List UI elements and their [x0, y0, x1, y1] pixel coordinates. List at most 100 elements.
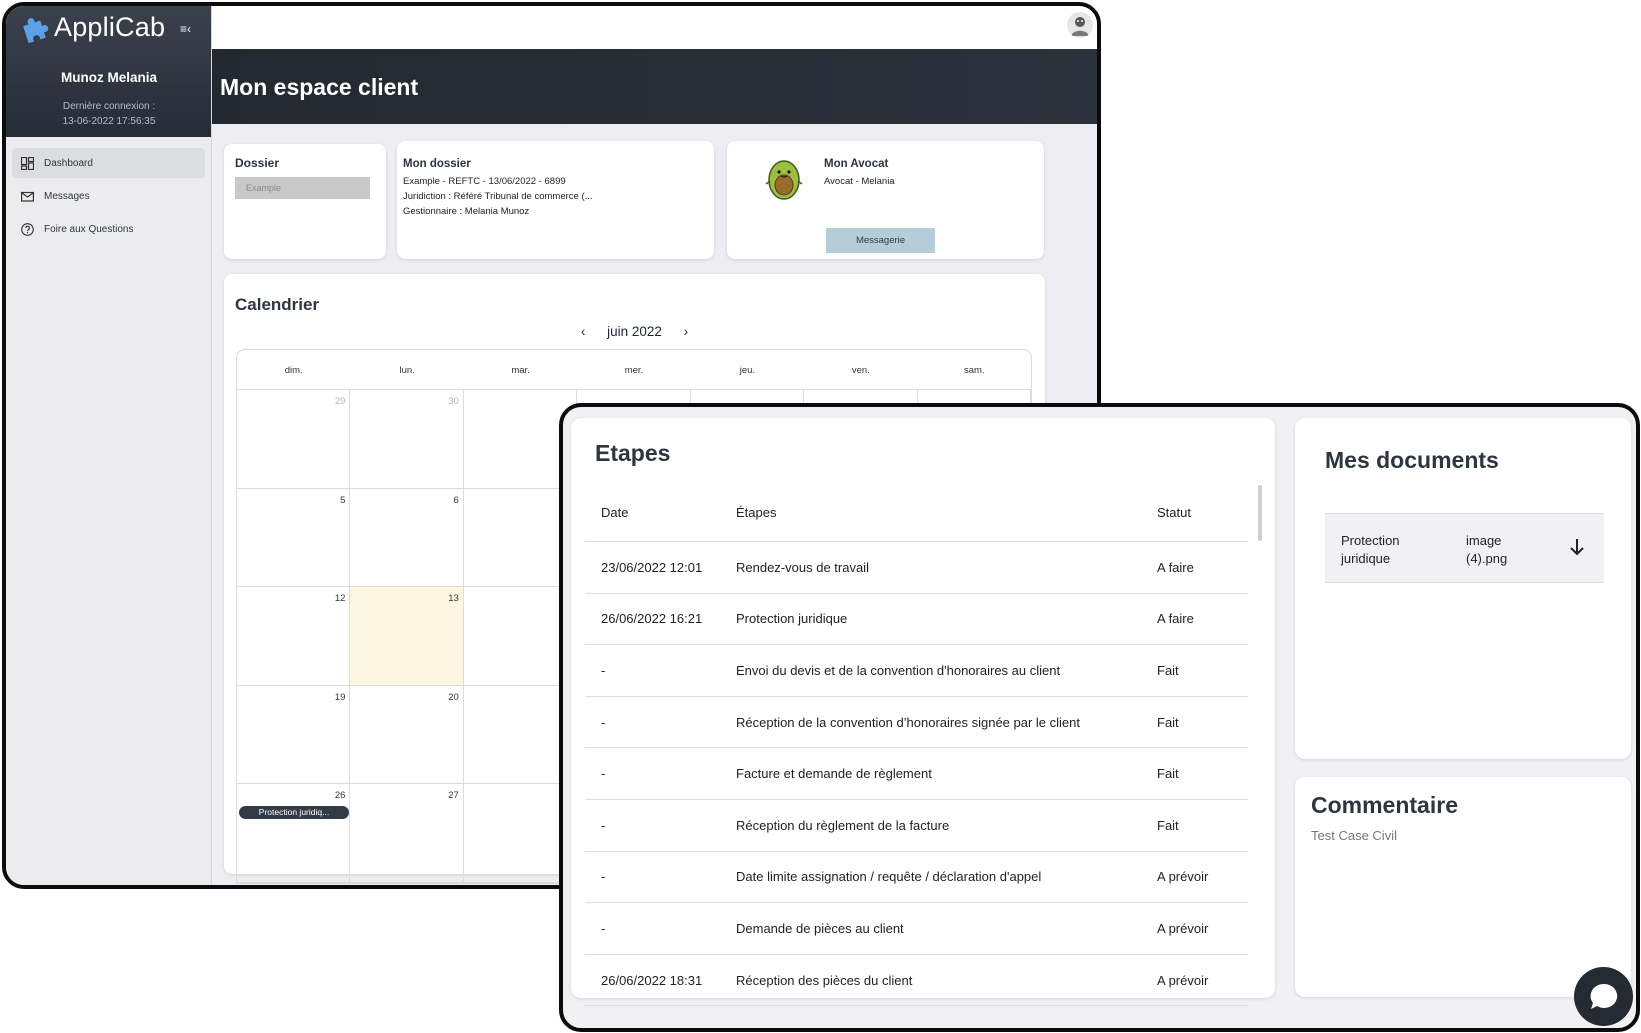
column-header-statut[interactable]: Statut [1157, 505, 1248, 520]
cell-etape: Demande de pièces au client [736, 920, 904, 936]
mes-documents-card: Mes documents Protection juridique image… [1295, 418, 1631, 759]
calendar-day[interactable]: 19 [237, 685, 351, 783]
table-row[interactable]: - Date limite assignation / requête / déc… [585, 852, 1248, 904]
mon-avocat-card: Mon Avocat Avocat - Melania Messagerie [727, 141, 1044, 259]
calendar-day-number: 12 [334, 593, 346, 604]
dossier-reference: Example - REFTC - 13/06/2022 - 6899 [403, 176, 566, 187]
calendar-day-number: 26 [334, 790, 346, 801]
calendar-day[interactable]: 5 [237, 488, 351, 586]
sidebar-item-messages[interactable]: Messages [12, 181, 205, 211]
cell-date: - [601, 714, 606, 730]
calendar-day-number: 20 [448, 691, 459, 703]
cell-statut: Fait [1157, 714, 1179, 730]
dossier-card: Dossier Example [224, 144, 386, 259]
cell-date: - [601, 869, 606, 885]
commentaire-text: Test Case Civil [1311, 828, 1397, 843]
scrollbar-thumb[interactable] [1258, 485, 1262, 541]
table-row[interactable]: - Demande de pièces au client A prévoir [585, 903, 1248, 955]
user-name: Munoz Melania [60, 70, 157, 85]
cell-etape: Rendez-vous de travail [736, 559, 869, 575]
calendar-weekday-header: dim. lun. mar. mer. jeu. ven. sam. [237, 350, 1031, 390]
cell-date: - [601, 766, 606, 782]
cell-date: 26/06/2022 18:31 [601, 972, 703, 988]
calendar-day[interactable]: 6 [350, 488, 464, 586]
table-row[interactable]: 26/06/2022 16:21 Protection juridique A fa… [585, 594, 1248, 646]
page-title: Mon espace client [220, 74, 419, 100]
calendar-day-number: 13 [448, 593, 459, 604]
documents-title: Mes documents [1325, 447, 1499, 473]
calendar-day[interactable]: 13 [350, 587, 464, 685]
mon-dossier-title: Mon dossier [403, 158, 471, 170]
etapes-rows: 23/06/2022 12:01 Rendez-vous de travail A … [585, 542, 1248, 1007]
cell-date: - [601, 920, 606, 936]
calendar-month-label: juin 2022 [607, 324, 662, 339]
table-row[interactable]: - Facture et demande de règlement Fait [585, 748, 1248, 800]
dashboard-icon [21, 156, 34, 170]
sidebar-item-faq[interactable]: Foire aux Questions [12, 214, 205, 244]
table-row[interactable]: 23/06/2022 12:01 Rendez-vous de travail A … [585, 542, 1248, 594]
top-bar [212, 6, 1097, 49]
calendar-weekday: lun. [399, 365, 415, 376]
calendar-weekday: jeu. [739, 365, 756, 376]
last-login-label: Dernière connexion : [62, 101, 156, 112]
table-row[interactable]: - Envoi du devis et de la convention d'ho… [585, 645, 1248, 697]
cell-etape: Réception des pièces du client [736, 972, 913, 988]
dossier-title: Dossier [235, 156, 280, 170]
calendar-day[interactable]: 30 [350, 390, 464, 488]
commentaire-card: Commentaire Test Case Civil [1295, 777, 1631, 997]
calendar-day[interactable]: 12 [237, 587, 351, 685]
last-login: Dernière connexion : 13-06-2022 17:56:35 [6, 99, 212, 129]
calendar-title: Calendrier [235, 295, 320, 314]
dossier-juridiction: Juridiction : Référé Tribunal de commerc… [403, 191, 593, 202]
calendar-day-number: 27 [448, 790, 459, 801]
calendar-day-number: 19 [334, 691, 346, 703]
chevron-left-icon[interactable]: ‹ [581, 324, 586, 339]
mon-dossier-card: Mon dossier Example - REFTC - 13/06/2022… [397, 141, 714, 259]
calendar-weekday: dim. [284, 365, 303, 376]
download-arrow-icon[interactable] [1568, 537, 1586, 557]
etapes-title: Etapes [595, 440, 671, 466]
calendar-day-number: 29 [334, 396, 346, 407]
page-header: Mon espace client [212, 49, 1097, 124]
cell-etape: Réception du règlement de la facture [736, 817, 950, 833]
help-circle-icon [21, 222, 34, 236]
cell-etape: Envoi du devis et de la convention d'hon… [736, 662, 1061, 678]
calendar-weekday: sam. [963, 365, 985, 376]
sidebar-item-dashboard[interactable]: Dashboard [12, 148, 205, 178]
cell-statut: A prévoir [1157, 972, 1209, 988]
document-file: image (4).png [1466, 533, 1508, 566]
calendar-day[interactable]: 20 [350, 685, 464, 783]
etapes-card: Etapes Date Étapes Statut 23/06/2022 12:… [571, 418, 1275, 1007]
app-logo[interactable]: AppliCab [22, 12, 165, 43]
cell-statut: Fait [1157, 662, 1179, 678]
calendar-weekday: mer. [624, 365, 644, 376]
calendar-event[interactable]: Protection juridiq... [239, 806, 349, 819]
commentaire-title: Commentaire [1311, 792, 1458, 818]
cell-etape: Facture et demande de règlement [736, 766, 932, 782]
calendar-day[interactable]: 27 [350, 784, 464, 882]
column-header-date[interactable]: Date [585, 505, 736, 520]
column-header-etapes[interactable]: Étapes [736, 505, 1157, 520]
table-row[interactable]: 26/06/2022 18:31 Réception des pièces du … [585, 955, 1248, 1007]
chat-button[interactable] [1574, 967, 1633, 1026]
table-row[interactable]: - Réception du règlement de la facture Fai… [585, 800, 1248, 852]
calendar-day[interactable]: 26 Protection juridiq... [237, 784, 351, 882]
cell-date: - [601, 662, 606, 678]
calendar-day[interactable]: 29 [237, 390, 351, 488]
etapes-table: Date Étapes Statut 23/06/2022 12:01 Rende… [585, 483, 1248, 1007]
avatar[interactable] [1067, 12, 1093, 38]
chevron-right-icon[interactable]: › [684, 324, 689, 339]
cell-etape: Date limite assignation / requête / décl… [736, 869, 1042, 885]
calendar-day-number: 5 [340, 494, 346, 506]
last-login-value: 13-06-2022 17:56:35 [62, 116, 156, 127]
document-row[interactable]: Protection juridique image (4).png [1325, 513, 1604, 583]
cell-statut: Fait [1157, 766, 1179, 782]
messagerie-button[interactable]: Messagerie [826, 228, 935, 253]
avocat-name: Avocat - Melania [824, 176, 895, 187]
sidebar-item-label: Dashboard [44, 157, 93, 169]
table-row[interactable]: - Réception de la convention d’honoraires… [585, 697, 1248, 749]
menu-toggle-icon[interactable]: ≡‹ [180, 22, 191, 36]
front-window: Etapes Date Étapes Statut 23/06/2022 12:… [559, 403, 1640, 1032]
dossier-select[interactable]: Example [235, 177, 370, 199]
calendar-day-number: 6 [453, 494, 459, 506]
